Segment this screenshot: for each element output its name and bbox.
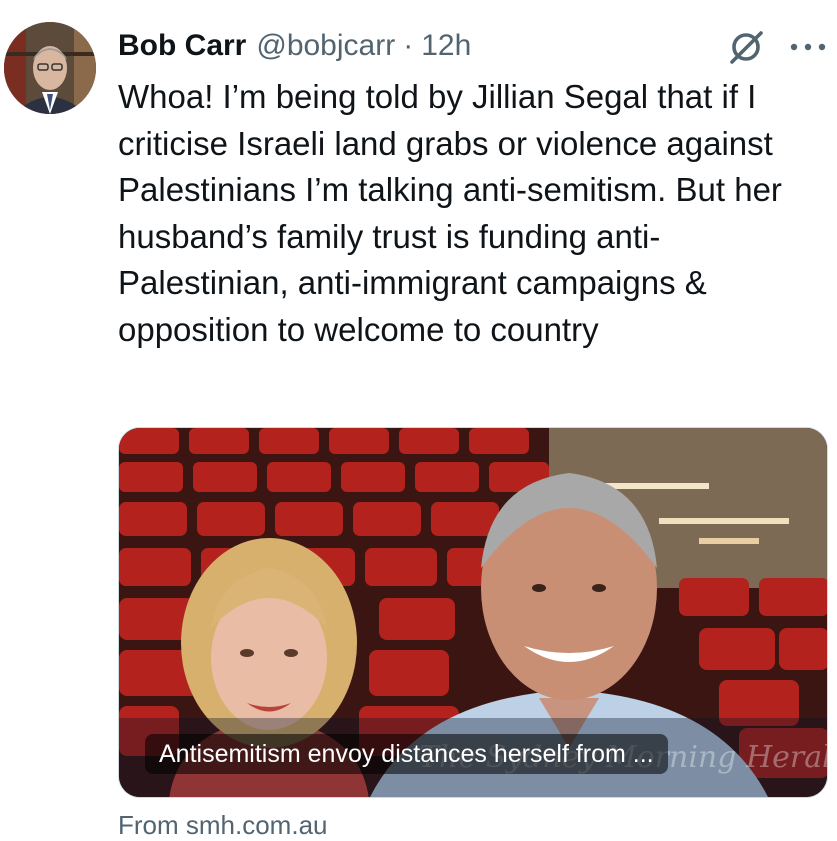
avatar[interactable] (4, 22, 96, 114)
link-source[interactable]: From smh.com.au (118, 810, 328, 841)
tweet-text: Whoa! I’m being told by Jillian Segal th… (118, 78, 782, 348)
author-name[interactable]: Bob Carr (118, 29, 246, 63)
timestamp[interactable]: 12h (421, 29, 471, 63)
link-card[interactable]: The Sydney Morning Herald Antisemitism e… (118, 427, 828, 798)
tweet-header: Bob Carr @bobjcarr · 12h (118, 24, 471, 68)
separator-dot: · (403, 29, 414, 62)
author-handle[interactable]: @bobjcarr (256, 29, 395, 63)
grok-icon[interactable] (727, 28, 765, 66)
avatar-image (4, 22, 96, 114)
more-horizontal-icon[interactable] (786, 36, 830, 58)
card-title[interactable]: Antisemitism envoy distances herself fro… (145, 734, 668, 774)
